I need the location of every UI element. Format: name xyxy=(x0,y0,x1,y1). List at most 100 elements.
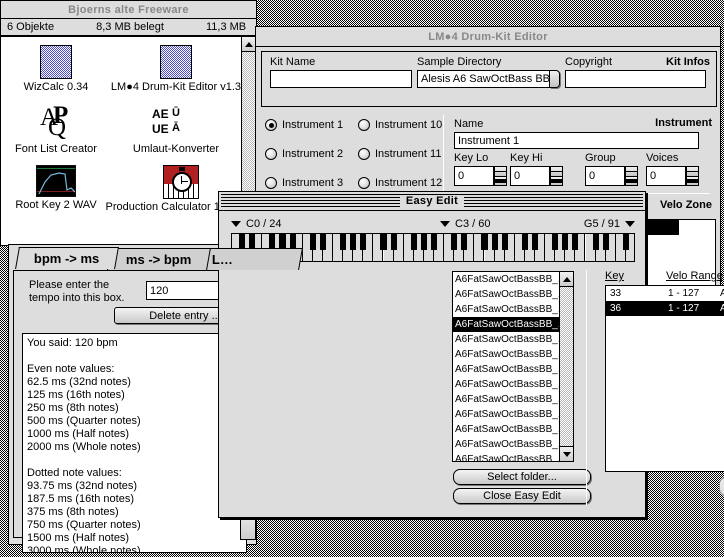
key-hi-stepper-group[interactable]: 0 xyxy=(510,166,563,186)
voices-input[interactable]: 0 xyxy=(646,166,686,186)
radio-icon[interactable] xyxy=(358,148,370,160)
scroll-up-button[interactable] xyxy=(242,37,256,52)
piano-black-key[interactable] xyxy=(340,234,347,251)
stepper-down-button[interactable] xyxy=(625,175,638,186)
zone-table-row[interactable]: 33 1 - 127 A6FatSawOctBassBB_33.... xyxy=(606,286,724,301)
file-list-item[interactable]: A6FatSawOctBassBB_... xyxy=(453,347,559,362)
key-lo-stepper[interactable] xyxy=(494,166,507,186)
bpm-tabstrip[interactable]: bpm -> ms ms -> bpm L… xyxy=(9,247,303,271)
key-lo-stepper-group[interactable]: 0 xyxy=(454,166,507,186)
finder-icon-umlaut[interactable]: AE Ū UE Ā Umlaut-Konverter xyxy=(101,105,251,155)
piano-black-key[interactable] xyxy=(360,234,367,251)
group-stepper[interactable] xyxy=(625,166,638,186)
piano-black-key[interactable] xyxy=(461,234,468,251)
stepper-down-button[interactable] xyxy=(550,175,563,186)
piano-black-key[interactable] xyxy=(410,234,417,251)
tab-log[interactable]: L… xyxy=(199,248,303,270)
file-list-item[interactable]: A6FatSawOctBassBB_... xyxy=(453,362,559,377)
scroll-track[interactable] xyxy=(560,287,573,446)
chevron-down-icon-high[interactable] xyxy=(625,221,635,227)
chevron-down-icon-mid[interactable] xyxy=(440,221,450,227)
group-input[interactable]: 0 xyxy=(585,166,625,186)
piano-black-key[interactable] xyxy=(552,234,559,251)
instrument-radio-3[interactable]: Instrument 3 xyxy=(265,177,343,189)
voices-stepper[interactable] xyxy=(686,166,699,186)
play-button[interactable]: Play xyxy=(719,477,724,496)
finder-icon-wizcalc[interactable]: WizCalc 0.34 xyxy=(1,45,111,93)
radio-icon[interactable] xyxy=(265,177,277,189)
file-list-item[interactable]: A6FatSawOctBassBB_... xyxy=(453,377,559,392)
file-list-item[interactable]: A6FatSawOctBassBB_... xyxy=(453,332,559,347)
voices-stepper-group[interactable]: 0 xyxy=(646,166,699,186)
popup-handle-icon[interactable] xyxy=(550,70,560,88)
piano-black-key[interactable] xyxy=(390,234,397,251)
stepper-up-button[interactable] xyxy=(625,166,638,176)
scroll-up-button[interactable] xyxy=(560,272,573,287)
file-list-item[interactable]: A6FatSawOctBassBB_... xyxy=(453,392,559,407)
file-list-item[interactable]: A6FatSawOctBassBB_... xyxy=(453,272,559,287)
stepper-up-button[interactable] xyxy=(494,166,507,176)
piano-black-key[interactable] xyxy=(451,234,458,251)
piano-black-key[interactable] xyxy=(501,234,508,251)
piano-black-key[interactable] xyxy=(350,234,357,251)
file-list[interactable]: A6FatSawOctBassBB_... A6FatSawOctBassBB_.… xyxy=(452,271,559,462)
tab-ms-to-bpm[interactable]: ms -> bpm xyxy=(107,248,211,270)
sample-file-listbox[interactable]: A6FatSawOctBassBB_... A6FatSawOctBassBB_.… xyxy=(452,271,574,462)
close-easy-edit-button[interactable]: Close Easy Edit xyxy=(453,488,591,504)
stepper-up-button[interactable] xyxy=(686,166,699,176)
tab-bpm-to-ms[interactable]: bpm -> ms xyxy=(15,247,119,269)
piano-black-key[interactable] xyxy=(481,234,488,251)
piano-black-key[interactable] xyxy=(420,234,427,251)
instrument-radio-12[interactable]: Instrument 12 xyxy=(358,177,442,189)
radio-icon[interactable] xyxy=(358,119,370,131)
piano-black-key[interactable] xyxy=(531,234,539,251)
radio-icon[interactable] xyxy=(358,177,370,189)
instrument-radio-1[interactable]: Instrument 1 xyxy=(265,119,343,131)
file-list-item[interactable]: A6FatSawOctBassBB_... xyxy=(453,302,559,317)
key-hi-input[interactable]: 0 xyxy=(510,166,550,186)
finder-icon-fontlist[interactable]: A P Q Font List Creator xyxy=(1,103,111,155)
file-list-scrollbar[interactable] xyxy=(559,271,574,462)
finder-icon-lm4[interactable]: LM●4 Drum-Kit Editor v1.3 xyxy=(101,45,251,93)
piano-black-key[interactable] xyxy=(562,234,569,251)
sample-directory-popup[interactable]: Alesis A6 SawOctBass BB xyxy=(417,70,560,88)
kit-name-input[interactable] xyxy=(270,70,412,88)
piano-black-key[interactable] xyxy=(319,234,326,251)
key-hi-stepper[interactable] xyxy=(550,166,563,186)
piano-black-key[interactable] xyxy=(592,234,599,251)
easy-edit-window[interactable]: Easy Edit C0 / 24 C3 / 60 G5 / 91 A6FatS… xyxy=(218,191,724,518)
chevron-down-icon-low[interactable] xyxy=(231,221,241,227)
radio-icon[interactable] xyxy=(265,119,277,131)
file-list-item[interactable]: A6FatSawOctBassBB_... xyxy=(453,287,559,302)
finder-icon-rootkey[interactable]: Root Key 2 WAV xyxy=(1,165,111,211)
finder-titlebar[interactable]: Bjoerns alte Freeware xyxy=(1,1,256,19)
piano-black-key[interactable] xyxy=(430,234,438,251)
file-list-item[interactable]: A6FatSawOctBassBB_... xyxy=(453,422,559,437)
radio-icon[interactable] xyxy=(265,148,277,160)
piano-black-key[interactable] xyxy=(602,234,609,251)
piano-black-key[interactable] xyxy=(572,234,579,251)
instrument-name-input[interactable]: Instrument 1 xyxy=(454,132,699,149)
key-lo-input[interactable]: 0 xyxy=(454,166,494,186)
piano-black-key[interactable] xyxy=(521,234,528,251)
zone-table-body[interactable]: 33 1 - 127 A6FatSawOctBassBB_33.... 36 1 - 1… xyxy=(605,285,724,472)
select-folder-button[interactable]: Select folder... xyxy=(453,469,591,485)
zone-table-row[interactable]: 36 1 - 127 A6FatSawOctBassBB_36.... xyxy=(606,301,724,316)
copyright-input[interactable] xyxy=(565,70,706,88)
piano-black-key[interactable] xyxy=(380,234,387,251)
instrument-radio-11[interactable]: Instrument 11 xyxy=(358,148,441,160)
easy-edit-titlebar[interactable]: Easy Edit xyxy=(219,192,645,211)
file-list-item[interactable]: A6FatSawOctBassBB_... xyxy=(453,407,559,422)
instrument-radio-2[interactable]: Instrument 2 xyxy=(265,148,343,160)
scroll-down-button[interactable] xyxy=(560,446,573,461)
file-list-item[interactable]: A6FatSawOctBassBB_... xyxy=(453,317,559,332)
file-list-item[interactable]: A6FatSawOctBassBB_... xyxy=(453,437,559,452)
stepper-up-button[interactable] xyxy=(550,166,563,176)
piano-black-key[interactable] xyxy=(309,234,316,251)
zone-table[interactable]: 33 1 - 127 A6FatSawOctBassBB_33.... 36 1 - 1… xyxy=(605,285,724,472)
stepper-down-button[interactable] xyxy=(686,175,699,186)
instrument-radio-10[interactable]: Instrument 10 xyxy=(358,119,442,131)
stepper-down-button[interactable] xyxy=(494,175,507,186)
piano-black-key[interactable] xyxy=(491,234,498,251)
lm4-titlebar[interactable]: LM●4 Drum-Kit Editor xyxy=(256,27,720,47)
